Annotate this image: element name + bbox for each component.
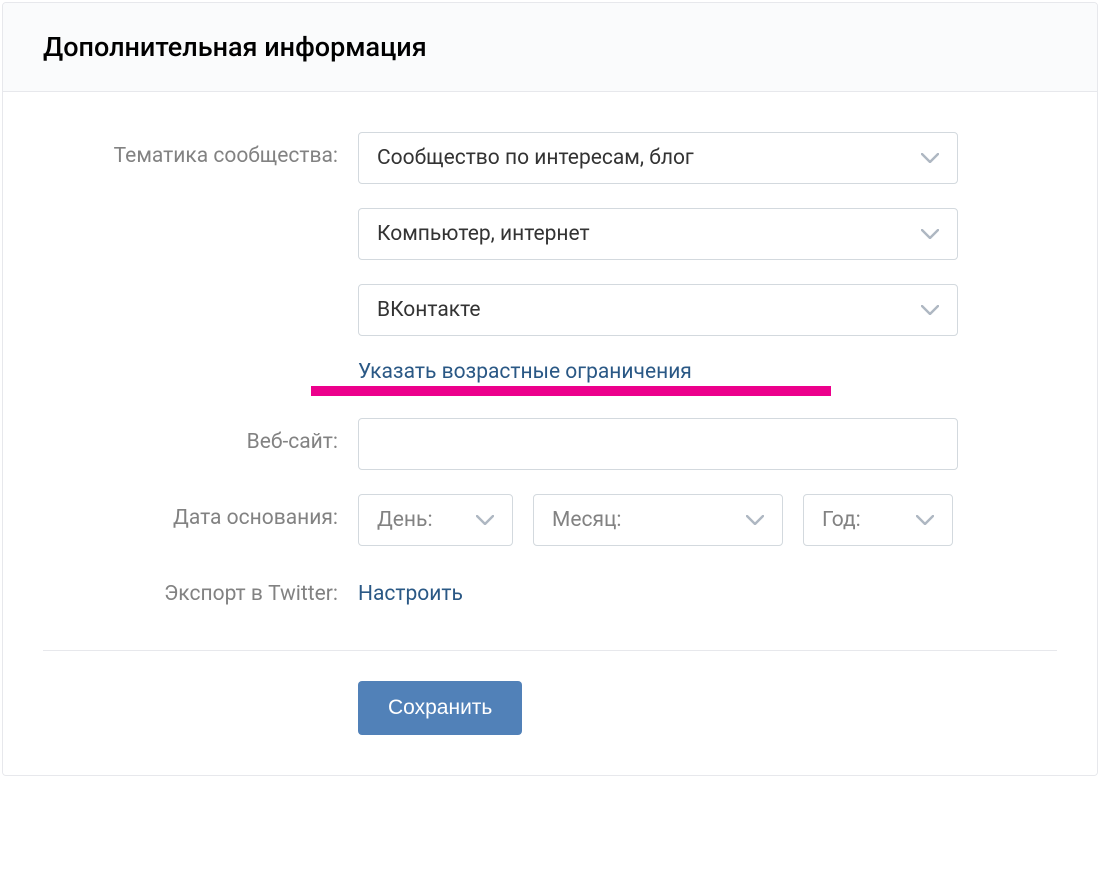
topic-row: Тематика сообщества: Сообщество по интер… — [43, 132, 1057, 394]
day-placeholder: День: — [377, 508, 433, 532]
website-control-col — [358, 418, 958, 470]
founding-date-control-col: День: Месяц: Год: — [358, 494, 958, 546]
twitter-configure-link[interactable]: Настроить — [358, 582, 958, 606]
topic-select-3[interactable]: ВКонтакте — [358, 284, 958, 336]
topic-selects-column: Сообщество по интересам, блог Компьютер,… — [358, 132, 958, 394]
topic-select-2[interactable]: Компьютер, интернет — [358, 208, 958, 260]
topic-select-3-value: ВКонтакте — [377, 298, 481, 322]
twitter-label: Экспорт в Twitter: — [43, 570, 358, 606]
website-row: Веб-сайт: — [43, 418, 1057, 470]
additional-info-panel: Дополнительная информация Тематика сообщ… — [2, 2, 1098, 776]
panel-body: Тематика сообщества: Сообщество по интер… — [3, 92, 1097, 775]
month-select[interactable]: Месяц: — [533, 494, 783, 546]
age-restriction-link-wrap: Указать возрастные ограничения — [358, 360, 958, 394]
date-group: День: Месяц: Год: — [358, 494, 958, 546]
topic-label: Тематика сообщества: — [43, 132, 358, 168]
button-row: Сохранить — [43, 681, 1057, 765]
chevron-down-icon — [916, 515, 934, 525]
website-label: Веб-сайт: — [43, 418, 358, 454]
year-placeholder: Год: — [822, 508, 861, 532]
panel-header: Дополнительная информация — [3, 3, 1097, 92]
chevron-down-icon — [746, 515, 764, 525]
chevron-down-icon — [921, 153, 939, 163]
chevron-down-icon — [921, 305, 939, 315]
founding-date-row: Дата основания: День: Месяц: — [43, 494, 1057, 546]
chevron-down-icon — [476, 515, 494, 525]
divider — [43, 650, 1057, 651]
twitter-row: Экспорт в Twitter: Настроить — [43, 570, 1057, 626]
highlight-underline — [311, 386, 831, 396]
topic-select-2-value: Компьютер, интернет — [377, 222, 590, 246]
website-input[interactable] — [358, 418, 958, 470]
topic-select-1[interactable]: Сообщество по интересам, блог — [358, 132, 958, 184]
founding-date-label: Дата основания: — [43, 494, 358, 530]
day-select[interactable]: День: — [358, 494, 513, 546]
panel-title: Дополнительная информация — [43, 31, 1057, 63]
topic-select-1-value: Сообщество по интересам, блог — [377, 146, 694, 170]
year-select[interactable]: Год: — [803, 494, 953, 546]
twitter-control-col: Настроить — [358, 570, 958, 626]
chevron-down-icon — [921, 229, 939, 239]
month-placeholder: Месяц: — [552, 508, 622, 532]
age-restriction-link[interactable]: Указать возрастные ограничения — [358, 360, 692, 384]
save-button[interactable]: Сохранить — [358, 681, 522, 735]
